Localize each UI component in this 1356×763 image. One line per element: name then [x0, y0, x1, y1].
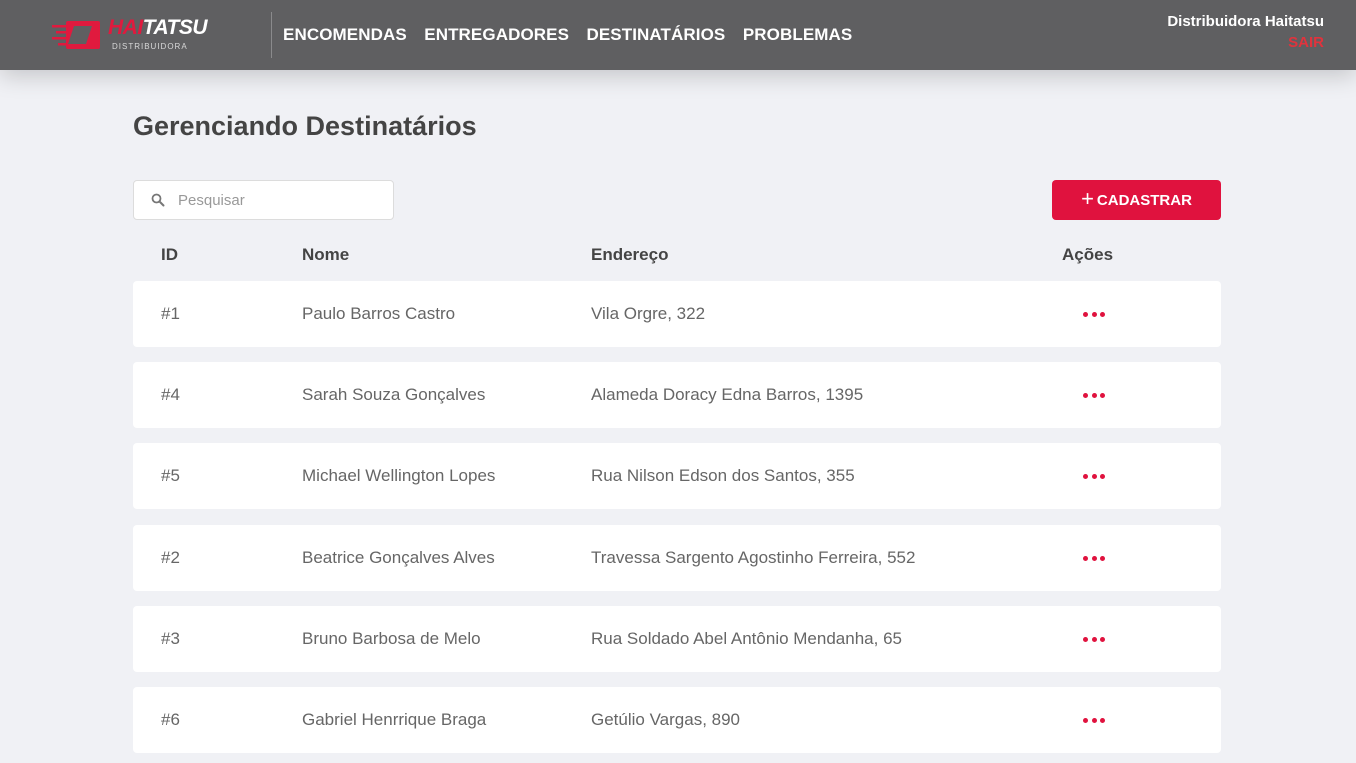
nav-item-encomendas[interactable]: ENCOMENDAS — [283, 25, 407, 45]
column-header-id: ID — [161, 245, 178, 264]
more-horizontal-icon[interactable] — [1083, 384, 1105, 406]
table-row: #6 Gabriel Henrrique Braga Getúlio Varga… — [133, 687, 1221, 753]
add-button-label: CADASTRAR — [1096, 191, 1192, 209]
more-horizontal-icon[interactable] — [1083, 547, 1105, 569]
main-nav: ENCOMENDAS ENTREGADORES DESTINATÁRIOS PR… — [283, 25, 865, 45]
row-id: #5 — [161, 466, 180, 485]
row-name: Beatrice Gonçalves Alves — [302, 548, 495, 567]
row-address: Vila Orgre, 322 — [591, 304, 706, 323]
brand-wordmark: HAITATSU — [108, 16, 208, 39]
search-icon — [151, 193, 165, 207]
table-row: #5 Michael Wellington Lopes Rua Nilson E… — [133, 443, 1221, 509]
user-name: Distribuidora Haitatsu — [1167, 13, 1324, 30]
column-header-name: Nome — [302, 245, 350, 264]
add-recipient-button[interactable]: + CADASTRAR — [1052, 180, 1221, 220]
row-id: #2 — [161, 548, 180, 567]
nav-item-problemas[interactable]: PROBLEMAS — [743, 25, 853, 45]
row-id: #3 — [161, 629, 180, 648]
more-horizontal-icon[interactable] — [1083, 465, 1105, 487]
search-input[interactable] — [178, 181, 388, 219]
row-name: Paulo Barros Castro — [302, 304, 456, 323]
row-id: #1 — [161, 304, 180, 323]
row-name: Michael Wellington Lopes — [302, 466, 496, 485]
plus-icon: + — [1081, 186, 1094, 211]
row-address: Travessa Sargento Agostinho Ferreira, 55… — [591, 548, 916, 567]
page-title: Gerenciando Destinatários — [133, 111, 477, 141]
nav-item-entregadores[interactable]: ENTREGADORES — [424, 25, 569, 45]
table-row: #1 Paulo Barros Castro Vila Orgre, 322 — [133, 281, 1221, 347]
row-id: #4 — [161, 385, 180, 404]
row-address: Alameda Doracy Edna Barros, 1395 — [591, 385, 864, 404]
row-address: Getúlio Vargas, 890 — [591, 710, 740, 729]
user-menu: Distribuidora Haitatsu SAIR — [1167, 13, 1324, 52]
row-name: Bruno Barbosa de Melo — [302, 629, 481, 648]
row-name: Gabriel Henrrique Braga — [302, 710, 487, 729]
top-navbar: HAITATSU DISTRIBUIDORA ENCOMENDAS ENTREG… — [0, 0, 1356, 70]
column-header-address: Endereço — [591, 245, 669, 264]
more-horizontal-icon[interactable] — [1083, 628, 1105, 650]
row-address: Rua Nilson Edson dos Santos, 355 — [591, 466, 855, 485]
brand-logo[interactable]: HAITATSU DISTRIBUIDORA — [52, 16, 222, 55]
nav-item-destinatarios[interactable]: DESTINATÁRIOS — [586, 25, 725, 45]
table-row: #2 Beatrice Gonçalves Alves Travessa Sar… — [133, 525, 1221, 591]
brand-subtitle: DISTRIBUIDORA — [112, 42, 188, 51]
table-row: #3 Bruno Barbosa de Melo Rua Soldado Abe… — [133, 606, 1221, 672]
more-horizontal-icon[interactable] — [1083, 303, 1105, 325]
search-box[interactable] — [133, 180, 394, 220]
row-name: Sarah Souza Gonçalves — [302, 385, 486, 404]
delivery-truck-logo-icon — [52, 21, 100, 49]
row-address: Rua Soldado Abel Antônio Mendanha, 65 — [591, 629, 902, 648]
more-horizontal-icon[interactable] — [1083, 709, 1105, 731]
header-divider — [271, 12, 272, 58]
column-header-actions: Ações — [1062, 245, 1114, 264]
table-row: #4 Sarah Souza Gonçalves Alameda Doracy … — [133, 362, 1221, 428]
row-id: #6 — [161, 710, 180, 729]
logout-link[interactable]: SAIR — [1167, 34, 1324, 52]
table-header: ID Nome Endereço Ações — [133, 244, 1221, 266]
